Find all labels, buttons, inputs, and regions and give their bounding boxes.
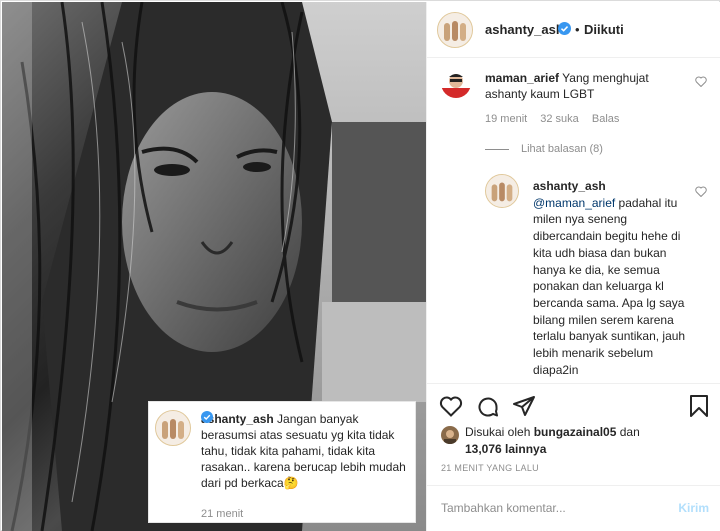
view-replies-button[interactable]: Lihat balasan (8) xyxy=(485,143,603,155)
likes-prefix: Disukai oleh xyxy=(465,425,534,439)
avatar-icon xyxy=(441,426,459,444)
author-avatar[interactable] xyxy=(437,12,473,48)
add-comment-bar: Tambahkan komentar... Kirim xyxy=(427,485,720,531)
comment-icon[interactable] xyxy=(476,395,500,422)
header-separator: • xyxy=(575,22,580,37)
comment-time[interactable]: 19 menit xyxy=(485,113,527,125)
comment-like-count[interactable]: 32 suka xyxy=(540,113,579,125)
overlay-comment-card: ashanty_ash Jangan banyak berasumsi atas… xyxy=(148,401,416,523)
likes-text: Disukai oleh bungazainal05 dan 13,076 la… xyxy=(465,424,705,458)
post-actions-bar xyxy=(427,383,720,423)
reply-author[interactable]: ashanty_ash xyxy=(533,178,693,195)
overlay-comment-time[interactable]: 21 menit xyxy=(201,508,243,520)
author-username[interactable]: ashanty_ash xyxy=(485,22,564,37)
avatar-icon xyxy=(438,13,472,47)
post-side-panel: ashanty_ash • Diikuti maman_arief Yang m… xyxy=(426,2,720,531)
reply-item: ashanty_ash @maman_arief padahal itu mil… xyxy=(427,172,720,382)
liker-avatar[interactable] xyxy=(441,426,459,444)
reply-mention-link[interactable]: @maman_arief xyxy=(533,196,615,210)
post-photo[interactable]: ashanty_ash Jangan banyak berasumsi atas… xyxy=(2,2,426,531)
reply-like-heart-icon[interactable] xyxy=(695,186,707,200)
overlay-comment-text: ashanty_ash Jangan banyak berasumsi atas… xyxy=(201,411,407,491)
post-timestamp[interactable]: 21 MENIT YANG LALU xyxy=(441,463,539,473)
post-header: ashanty_ash • Diikuti xyxy=(427,2,720,58)
overlay-author-avatar[interactable] xyxy=(155,410,191,446)
share-icon[interactable] xyxy=(512,395,536,420)
avatar-icon xyxy=(441,68,471,98)
reply-text: ashanty_ash @maman_arief padahal itu mil… xyxy=(533,178,693,378)
bookmark-icon[interactable] xyxy=(689,395,709,420)
following-button[interactable]: Diikuti xyxy=(584,22,624,37)
avatar-icon xyxy=(486,175,518,207)
comment-meta: 19 menit 32 suka Balas xyxy=(485,113,629,125)
send-comment-button[interactable]: Kirim xyxy=(678,501,709,515)
likes-count[interactable]: 13,076 lainnya xyxy=(465,442,546,456)
avatar-icon xyxy=(156,411,190,445)
add-comment-input[interactable]: Tambahkan komentar... xyxy=(441,501,566,515)
view-replies-label: Lihat balasan (8) xyxy=(521,143,603,155)
comment-like-heart-icon[interactable] xyxy=(695,76,707,90)
comment-text: maman_arief Yang menghujat ashanty kaum … xyxy=(485,70,685,102)
comment-reply-button[interactable]: Balas xyxy=(592,113,620,125)
likes-middle: dan xyxy=(616,425,640,439)
reply-author-avatar[interactable] xyxy=(485,174,519,208)
liker-username[interactable]: bungazainal05 xyxy=(534,425,617,439)
like-heart-icon[interactable] xyxy=(439,395,463,420)
commenter-avatar[interactable] xyxy=(441,68,471,98)
reply-body: padahal itu milen nya seneng dibercandai… xyxy=(533,195,686,377)
instagram-post-window: ashanty_ash Jangan banyak berasumsi atas… xyxy=(0,0,720,531)
comment-author[interactable]: maman_arief xyxy=(485,71,559,85)
replies-divider-line xyxy=(485,148,509,150)
verified-badge-icon xyxy=(558,22,571,38)
verified-badge-icon xyxy=(201,411,213,423)
